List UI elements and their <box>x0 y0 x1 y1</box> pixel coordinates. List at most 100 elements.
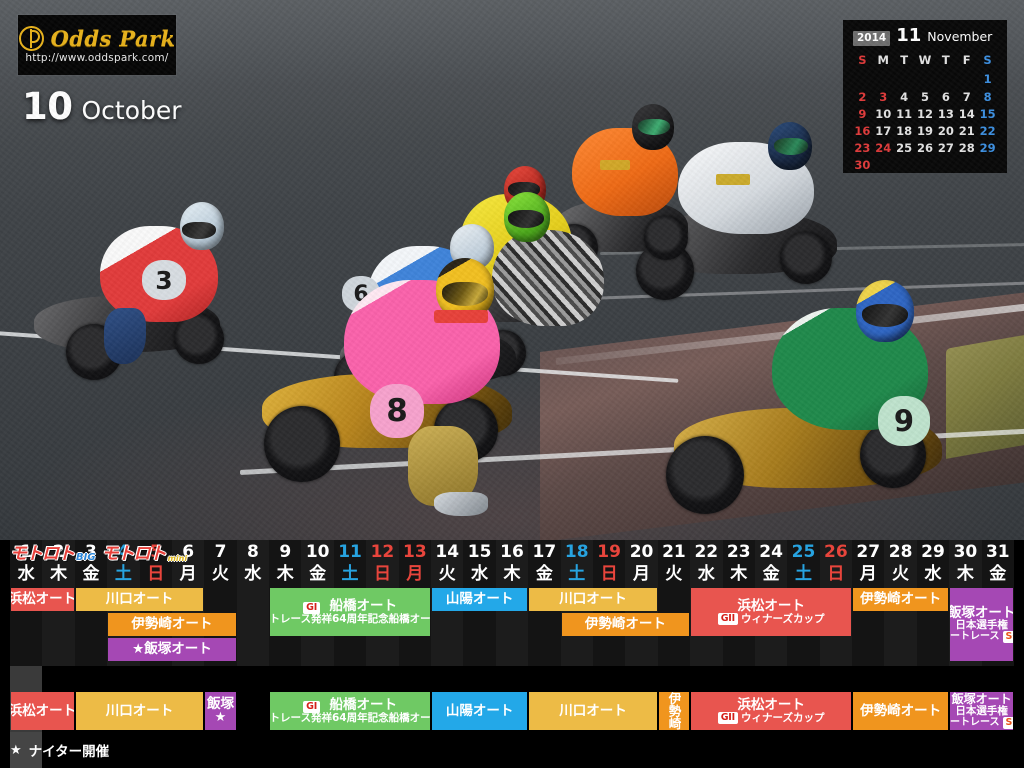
mini-day-2[interactable]: 2 <box>852 90 873 105</box>
lotto-event-block-8[interactable]: 伊勢崎オート <box>853 692 949 730</box>
rider-pink-lead: 8 <box>258 256 578 516</box>
event-block-山陽オート-5[interactable]: 山陽オート <box>432 588 528 611</box>
mini-day-22[interactable]: 22 <box>977 124 998 139</box>
day-dow-15: 水 <box>471 564 489 584</box>
mini-day-empty <box>852 72 873 87</box>
motolotto-wordmark: モトロト <box>101 543 167 564</box>
day-number-15: 15 <box>467 542 492 562</box>
rider-orange <box>548 104 698 294</box>
lotto-event-block-7[interactable]: 浜松オート GII ウィナーズカップ <box>691 692 852 730</box>
mini-day-11[interactable]: 11 <box>894 107 915 122</box>
mini-day-8[interactable]: 8 <box>977 90 998 105</box>
motolotto-logo[interactable]: モトロト BIG モトロト mini <box>10 543 187 565</box>
rider-white <box>630 120 860 320</box>
track-line-b <box>239 427 1024 475</box>
day-number-24: 24 <box>759 542 783 562</box>
page-title: 10 October <box>22 88 182 125</box>
mini-day-25[interactable]: 25 <box>894 141 915 156</box>
motolotto-logo-mini[interactable]: モトロト mini <box>101 543 188 564</box>
mini-day-20[interactable]: 20 <box>935 124 956 139</box>
event-block-川口オート-1[interactable]: 川口オート <box>75 588 204 611</box>
mini-day-4[interactable]: 4 <box>894 90 915 105</box>
day-number-23: 23 <box>726 542 751 562</box>
legend-night-race: ★ ナイター開催 <box>10 740 109 761</box>
mini-day-28[interactable]: 28 <box>956 141 977 156</box>
mini-day-21[interactable]: 21 <box>956 124 977 139</box>
mini-day-9[interactable]: 9 <box>852 107 873 122</box>
mini-day-empty <box>956 158 977 173</box>
event-block-伊勢崎オート-7[interactable]: 伊勢崎オート <box>561 613 690 636</box>
day-dow-23: 木 <box>730 564 748 584</box>
mini-calendar-november: 2014 11 November S M T W T F S 1 2 3 4 5 6 7 8 9 10 11 12 1… <box>843 20 1007 173</box>
track-grass-verge <box>946 331 1024 459</box>
mini-dow-5: F <box>962 53 971 68</box>
motolotto-logo-big[interactable]: モトロト BIG <box>10 545 96 563</box>
event-block-浜松オート-8[interactable]: 浜松オート GII ウィナーズカップ <box>691 588 852 636</box>
day-number-25: 25 <box>791 542 816 562</box>
mini-day-13[interactable]: 13 <box>935 107 956 122</box>
mini-day-18[interactable]: 18 <box>894 124 915 139</box>
event-block-船橋オート-4[interactable]: GI 船橋オートオートレース発祥64周年記念船橋オート祭 <box>270 588 431 636</box>
brand-url[interactable]: http://www.oddspark.com/ <box>25 52 168 64</box>
day-number-26: 26 <box>824 542 848 562</box>
lotto-event-block-2[interactable]: 飯塚 ★ <box>205 692 236 730</box>
day-dow-28: 火 <box>892 564 910 584</box>
mini-day-1[interactable]: 1 <box>977 72 998 87</box>
mini-day-12[interactable]: 12 <box>915 107 936 122</box>
mini-calendar-header: 2014 11 November <box>853 27 998 47</box>
day-dow-12: 日 <box>373 564 391 584</box>
rider-helmet <box>436 258 494 320</box>
mini-day-3[interactable]: 3 <box>873 90 894 105</box>
day-dow-19: 日 <box>600 564 618 584</box>
event-block-伊勢崎オート-2[interactable]: 伊勢崎オート <box>108 613 236 636</box>
lotto-event-block-4[interactable]: 山陽オート <box>432 692 528 730</box>
lotto-event-block-6[interactable]: 伊勢崎 <box>658 692 690 730</box>
day-number-11: 11 <box>338 542 362 562</box>
day-dow-29: 水 <box>924 564 942 584</box>
mini-day-15[interactable]: 15 <box>977 107 998 122</box>
oddspark-logo[interactable]: Odds Park http://www.oddspark.com/ <box>18 15 176 75</box>
rider-number-plate: 6 <box>342 276 380 312</box>
day-number-12: 12 <box>370 542 395 562</box>
mini-day-24[interactable]: 24 <box>873 141 894 156</box>
mini-day-7[interactable]: 7 <box>956 90 977 105</box>
mini-day-empty <box>894 158 915 173</box>
lotto-event-block-1[interactable]: 川口オート <box>75 692 204 730</box>
lotto-event-block-9[interactable]: 飯塚オート日本選手権オートレースSG <box>950 692 1013 730</box>
mini-day-16[interactable]: 16 <box>852 124 873 139</box>
day-number-30: 30 <box>953 542 978 562</box>
event-block-飯塚オート-3[interactable]: ★飯塚オート <box>108 638 236 661</box>
day-number-21: 21 <box>662 542 686 562</box>
mini-dow-2: T <box>900 53 909 68</box>
mini-dow-6: S <box>983 53 992 68</box>
mini-day-17[interactable]: 17 <box>873 124 894 139</box>
rider-number-plate: 3 <box>142 260 186 300</box>
day-dow-24: 金 <box>762 564 780 584</box>
lotto-event-block-5[interactable]: 川口オート <box>529 692 657 730</box>
rider-green: 9 <box>660 280 990 530</box>
mini-day-6[interactable]: 6 <box>935 90 956 105</box>
event-block-伊勢崎オート-9[interactable]: 伊勢崎オート <box>853 588 949 611</box>
rider-camo-green <box>470 188 630 388</box>
mini-day-5[interactable]: 5 <box>915 90 936 105</box>
day-number-28: 28 <box>888 542 913 562</box>
mini-day-30[interactable]: 30 <box>852 158 873 173</box>
month-name: October <box>81 96 182 125</box>
event-block-浜松オート-0[interactable]: 浜松オート <box>11 588 74 611</box>
day-dow-14: 火 <box>438 564 456 584</box>
event-block-川口オート-6[interactable]: 川口オート <box>529 588 657 611</box>
mini-day-29[interactable]: 29 <box>977 141 998 156</box>
mini-day-14[interactable]: 14 <box>956 107 977 122</box>
mini-day-23[interactable]: 23 <box>852 141 873 156</box>
track-line-d <box>599 242 1024 255</box>
event-block-飯塚オート-10[interactable]: 飯塚オート日本選手権オートレースSG <box>950 588 1013 661</box>
lotto-event-block-3[interactable]: GI 船橋オートオートレース発祥64周年記念船橋オート祭 <box>270 692 431 730</box>
lotto-event-block-0[interactable]: 浜松オート <box>11 692 74 730</box>
day-number-31: 31 <box>985 542 1010 562</box>
mini-day-27[interactable]: 27 <box>935 141 956 156</box>
mini-day-empty <box>977 158 998 173</box>
mini-day-19[interactable]: 19 <box>915 124 936 139</box>
mini-day-10[interactable]: 10 <box>873 107 894 122</box>
night-race-star-icon: ★ <box>10 742 22 758</box>
mini-day-26[interactable]: 26 <box>915 141 936 156</box>
